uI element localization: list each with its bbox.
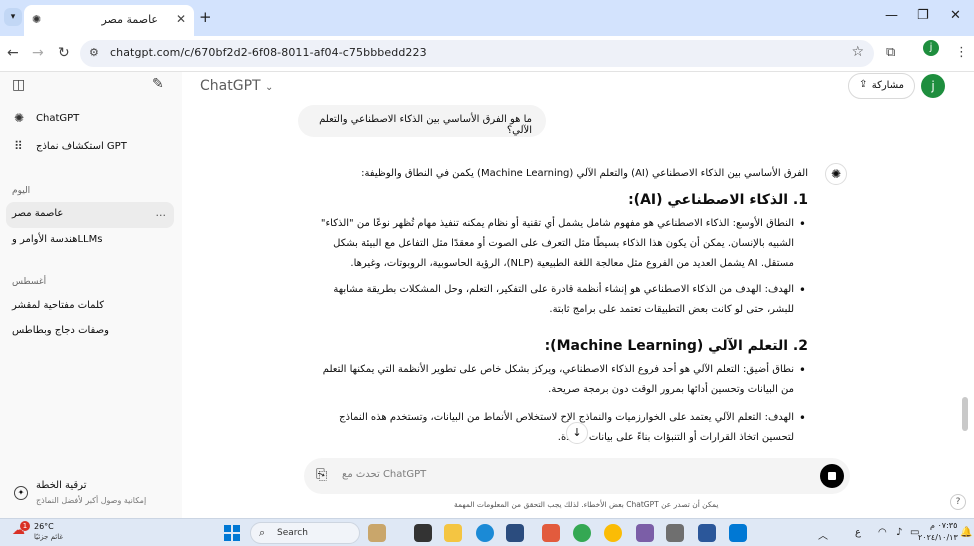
message-input[interactable]: تحدث مع ChatGPT (342, 469, 426, 480)
section-heading-today: اليوم (12, 186, 31, 196)
browser-tab-bar: ▾ ✺ عاصمة مصر ✕ + — ❐ ✕ (0, 0, 974, 36)
task-view-icon[interactable] (414, 524, 432, 542)
search-icon: ⌕ (259, 526, 266, 539)
user-avatar[interactable]: j (921, 74, 945, 98)
new-chat-icon[interactable]: ✎ (152, 76, 164, 92)
scrollbar-thumb[interactable] (962, 397, 968, 431)
disclaimer-text: بعض الأخطاء. لذلك يجب التحقق من المعلوما… (454, 500, 719, 509)
section-heading-august: أغسطس (12, 277, 47, 287)
model-selector[interactable]: ChatGPT ⌄ (200, 78, 273, 94)
scroll-down-button[interactable]: ↓ (566, 422, 588, 444)
reload-icon[interactable]: ↻ (58, 45, 70, 61)
openai-logo-icon: ✺ (825, 163, 847, 185)
bullet-ml-scope: نطاق أضيق: التعلم الآلي هو أحد فروع الذك… (318, 360, 808, 400)
sidebar: ◫ ✎ ✺ ChatGPT ⠿ استكشاف نماذج GPT اليوم … (0, 72, 182, 518)
url-text[interactable]: chatgpt.com/c/670bf2d2-6f08-8011-af04-c7… (110, 46, 427, 59)
site-info-icon[interactable]: ⚙ (89, 46, 99, 59)
settings-app-icon[interactable] (666, 524, 684, 542)
browser-profile-avatar[interactable]: j (923, 40, 939, 56)
close-icon[interactable]: ✕ (176, 12, 186, 26)
weather-temperature: 26°C (34, 522, 54, 531)
openai-logo-icon: ✺ (32, 13, 42, 26)
share-button[interactable]: ⇪ مشاركة (848, 73, 915, 99)
chevron-down-icon: ⌄ (265, 82, 274, 93)
speaker-icon[interactable]: ♪ (896, 527, 902, 538)
help-button[interactable]: ? (950, 494, 966, 510)
tab-search-button[interactable]: ▾ (4, 8, 22, 26)
store-app-icon[interactable] (506, 524, 524, 542)
input-language[interactable]: ع (855, 527, 861, 538)
sidebar-item-explore-gpts[interactable]: ⠿ استكشاف نماذج GPT (6, 135, 174, 161)
vscode-app-icon[interactable] (729, 524, 747, 542)
new-tab-button[interactable]: + (199, 8, 212, 26)
back-arrow-icon[interactable]: ← (7, 45, 19, 61)
openai-logo-icon: ✺ (14, 111, 25, 125)
chrome-icon[interactable] (573, 524, 591, 542)
sidebar-item-chatgpt[interactable]: ✺ ChatGPT (6, 107, 174, 133)
response-heading-ai: 1. الذكاء الاصطناعي (AI): (628, 192, 808, 208)
edge-browser-icon[interactable] (476, 524, 494, 542)
restore-button[interactable]: ❐ (917, 8, 929, 23)
kebab-menu-icon[interactable]: ⋮ (955, 45, 968, 60)
upgrade-plan-button[interactable]: ✦ ترقية الخطة إمكانية وصول أكبر لأفضل ال… (8, 476, 176, 512)
browser-toolbar: ← → ↻ ⚙ chatgpt.com/c/670bf2d2-6f08-8011… (0, 36, 974, 72)
bookmark-star-icon[interactable]: ☆ (851, 44, 864, 60)
extensions-icon[interactable]: ⧉ (886, 45, 895, 60)
message-composer[interactable]: ⎘ تحدث مع ChatGPT (304, 458, 850, 494)
tab-title: عاصمة مصر (101, 13, 158, 26)
address-bar[interactable]: ⚙ chatgpt.com/c/670bf2d2-6f08-8011-af04-… (80, 40, 874, 67)
sidebar-toggle-icon[interactable]: ◫ (12, 77, 25, 93)
chat-item-chicken-recipes[interactable]: وصفات دجاج وبطاطس (6, 319, 174, 345)
office-app-icon[interactable] (542, 524, 560, 542)
windows-start-button[interactable] (224, 525, 240, 541)
chrome-active-icon[interactable] (604, 524, 622, 542)
chevron-up-icon[interactable]: ︿ (818, 527, 828, 542)
file-explorer-icon[interactable] (444, 524, 462, 542)
clock-time[interactable]: ٠٧:٣٥ م (930, 521, 957, 530)
browser-tab[interactable]: ✺ عاصمة مصر ✕ (24, 5, 194, 36)
share-icon: ⇪ (859, 79, 868, 90)
chat-item-egypt-capital[interactable]: عاصمة مصر ... (6, 202, 174, 228)
response-intro: الفرق الأساسي بين الذكاء الاصطناعي (AI) … (361, 168, 808, 179)
stop-generating-button[interactable] (820, 464, 844, 488)
word-app-icon[interactable] (698, 524, 716, 542)
weather-description: غائم جزئيًا (34, 533, 64, 541)
notification-badge: 1 (20, 521, 30, 531)
widgets-app-icon[interactable] (368, 524, 386, 542)
forward-arrow-icon[interactable]: → (32, 45, 44, 61)
user-message: ما هو الفرق الأساسي بين الذكاء الاصطناعي… (298, 105, 546, 137)
grid-icon: ⠿ (14, 139, 23, 153)
close-window-button[interactable]: ✕ (950, 8, 961, 23)
paperclip-icon[interactable]: ⎘ (316, 467, 327, 483)
bullet-ai-goal: الهدف: الهدف من الذكاء الاصطناعي هو إنشا… (318, 280, 808, 320)
wifi-icon[interactable]: ◠ (878, 527, 887, 538)
notifications-icon[interactable]: 🔔 (960, 527, 972, 538)
chat-item-peeler-keywords[interactable]: كلمات مفتاحية لمقشر (6, 294, 174, 320)
chat-item-prompt-engineering[interactable]: هندسة الأوامر وLLMs (6, 228, 174, 254)
bullet-ml-goal: الهدف: التعلم الآلي يعتمد على الخوارزميا… (318, 408, 808, 448)
windows-taskbar: ☁ 1 26°C غائم جزئيًا ⌕ Search ︿ ع ◠ ♪ ▭ … (0, 518, 974, 546)
taskbar-search[interactable]: ⌕ Search (250, 522, 360, 544)
chat-main: ChatGPT ⌄ ⇪ مشاركة j ما هو الفرق الأساسي… (182, 72, 974, 518)
bullet-ai-scope: النطاق الأوسع: الذكاء الاصطناعي هو مفهوم… (318, 214, 808, 274)
response-heading-ml: 2. التعلم الآلي (Machine Learning): (544, 338, 808, 354)
clock-date[interactable]: ٢٠٢٤/١٠/١٣ (918, 533, 958, 542)
chat-options-icon[interactable]: ... (156, 206, 167, 219)
upgrade-icon: ✦ (14, 486, 28, 500)
minimize-button[interactable]: — (885, 8, 898, 23)
app-icon[interactable] (636, 524, 654, 542)
